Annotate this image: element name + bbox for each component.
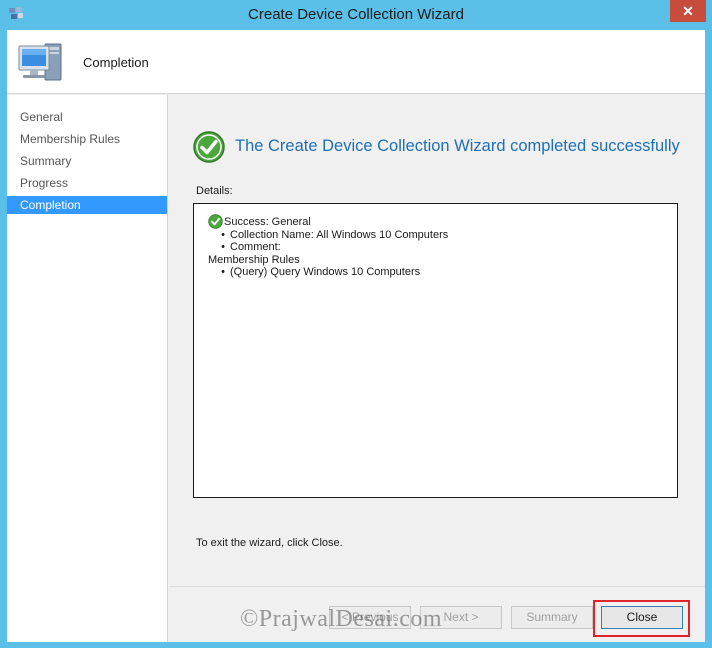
details-success-line: Success: General: [208, 214, 677, 229]
check-icon: [208, 214, 223, 229]
exit-instructions: To exit the wizard, click Close.: [196, 537, 343, 549]
wizard-header: Completion: [7, 30, 705, 94]
sidebar-item-summary[interactable]: Summary: [7, 152, 167, 170]
page-title: Completion: [83, 55, 149, 70]
close-icon[interactable]: ✕: [670, 0, 706, 22]
success-text: Success: General: [224, 216, 311, 228]
window-title: Create Device Collection Wizard: [248, 6, 464, 23]
close-button[interactable]: Close: [601, 606, 683, 629]
success-heading: The Create Device Collection Wizard comp…: [235, 137, 680, 155]
watermark: ©PrajwalDesai.com: [240, 606, 443, 632]
summary-button[interactable]: Summary: [511, 606, 593, 629]
query-rule-item: (Query) Query Windows 10 Computers: [208, 266, 677, 279]
wizard-content: The Create Device Collection Wizard comp…: [169, 95, 705, 585]
computer-icon: [18, 43, 62, 81]
details-label: Details:: [196, 185, 233, 197]
sidebar-item-membership-rules[interactable]: Membership Rules: [7, 130, 167, 148]
sidebar-item-completion[interactable]: Completion: [7, 196, 167, 214]
sidebar-item-progress[interactable]: Progress: [7, 174, 167, 192]
check-icon: [193, 131, 225, 163]
client-area: Completion General Membership Rules Summ…: [7, 30, 705, 642]
title-bar: Create Device Collection Wizard ✕: [0, 0, 712, 30]
wizard-window: Create Device Collection Wizard ✕ Comple…: [0, 0, 712, 648]
details-box: Success: General Collection Name: All Wi…: [193, 203, 678, 498]
sidebar-item-general[interactable]: General: [7, 108, 167, 126]
comment-item: Comment:: [208, 241, 677, 254]
wizard-sidebar: General Membership Rules Summary Progres…: [7, 95, 168, 642]
membership-rules-heading: Membership Rules: [208, 253, 300, 266]
collection-name-item: Collection Name: All Windows 10 Computer…: [208, 229, 677, 242]
